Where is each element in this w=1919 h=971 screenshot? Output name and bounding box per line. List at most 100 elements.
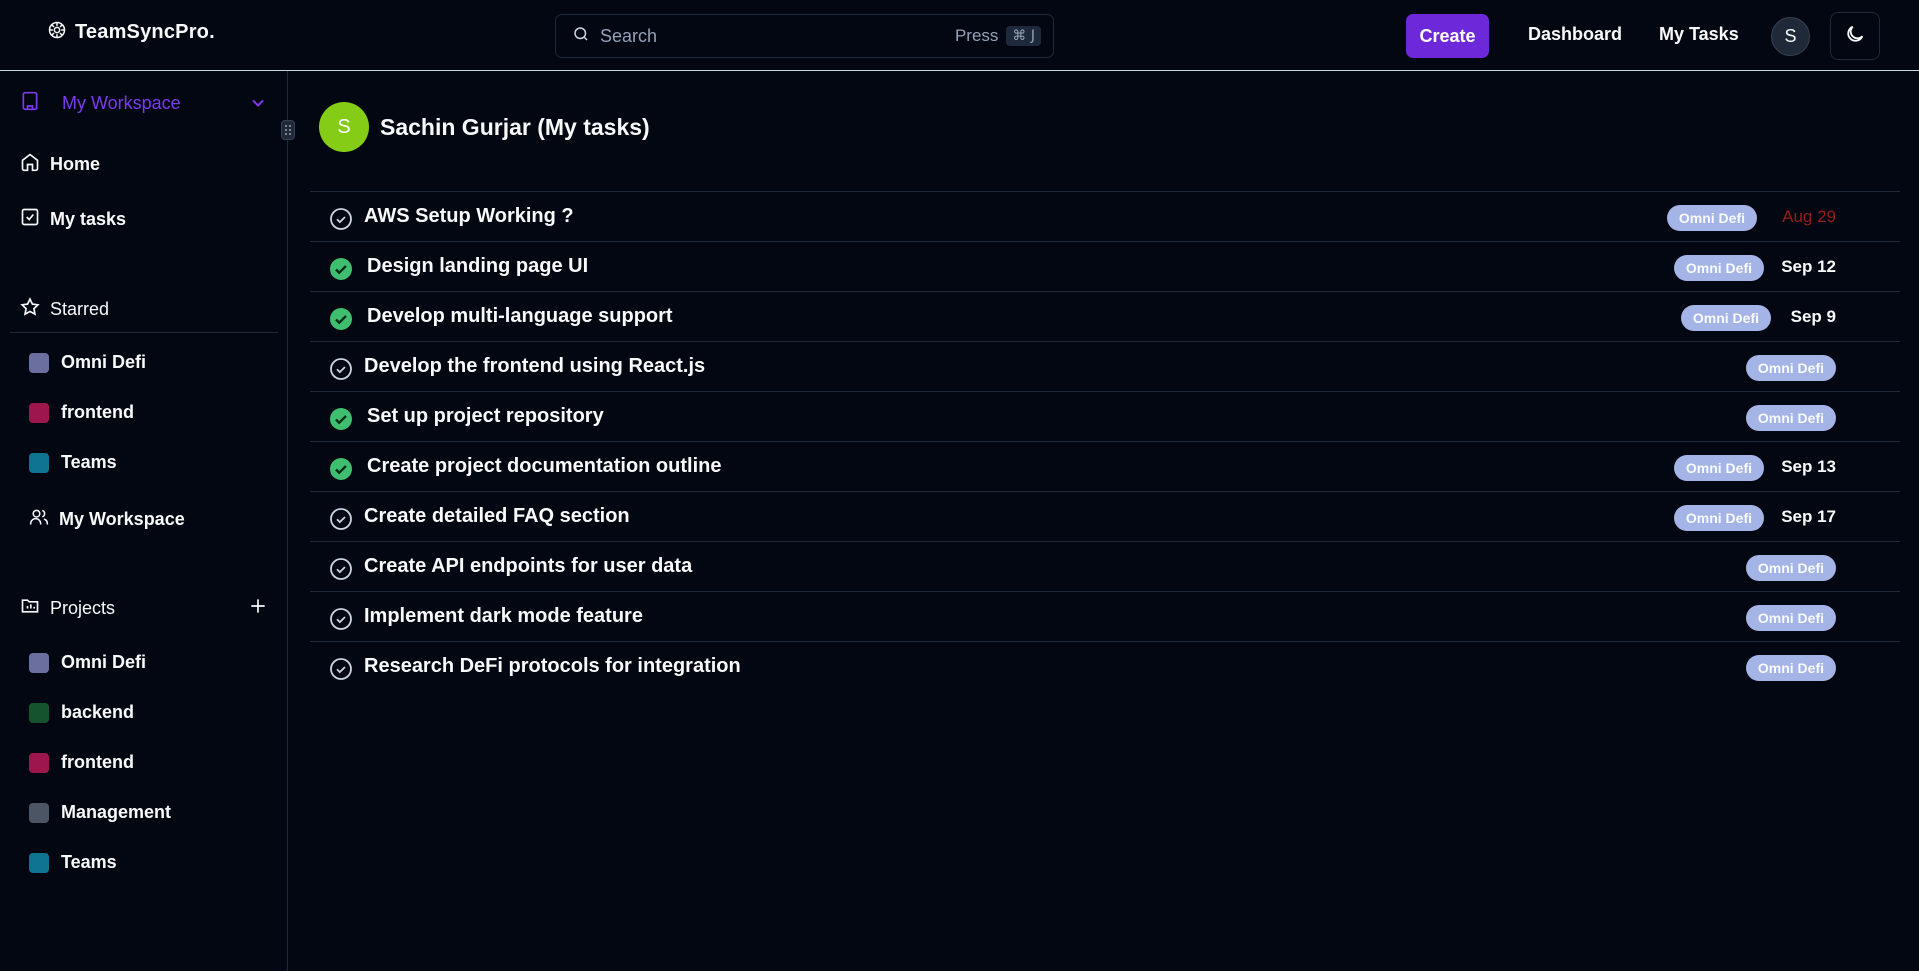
sidebar-item-label: Omni Defi [61,352,147,372]
projects-header: Projects [20,596,268,621]
starred-item-omni-defi[interactable]: Omni Defi [29,352,146,373]
projects-title: Projects [50,598,116,618]
starred-item-frontend[interactable]: frontend [29,402,134,423]
press-hint: Press [954,26,999,45]
plus-icon [251,599,265,613]
task-row[interactable]: Create detailed FAQ section Omni Defi Sep … [310,491,1900,541]
task-title[interactable]: Create project documentation outline [367,455,721,478]
project-item-omni-defi[interactable]: Omni Defi [29,652,146,673]
users-icon [29,507,49,532]
search-icon [572,25,600,48]
project-badge[interactable]: Omni Defi [1745,355,1836,381]
task-row[interactable]: Implement dark mode feature Omni Defi [310,591,1900,641]
brand[interactable]: TeamSyncPro. [47,20,215,45]
sidebar-item-label: backend [61,702,135,722]
sidebar-item-label: Teams [61,452,117,472]
project-color-swatch [29,702,49,723]
task-title[interactable]: Create detailed FAQ section [364,505,630,528]
task-title[interactable]: Research DeFi protocols for integration [364,655,741,678]
task-row[interactable]: Design landing page UI Omni Defi Sep 12 [310,241,1900,291]
task-title[interactable]: Set up project repository [367,405,604,428]
project-item-teams[interactable]: Teams [29,852,117,873]
completed-check-icon[interactable] [329,257,353,281]
incomplete-check-icon[interactable] [329,207,353,231]
incomplete-check-icon[interactable] [329,507,353,531]
task-row[interactable]: AWS Setup Working ? Omni Defi Aug 29 [310,191,1900,241]
incomplete-check-icon[interactable] [329,657,353,681]
task-row[interactable]: Develop the frontend using React.js Omni … [310,341,1900,391]
project-item-frontend[interactable]: frontend [29,752,134,773]
task-title[interactable]: Develop the frontend using React.js [364,355,705,378]
incomplete-check-icon[interactable] [329,607,353,631]
completed-check-icon[interactable] [329,457,353,481]
sidebar-item-my-tasks[interactable]: My tasks [20,207,126,232]
keyboard-shortcut: ⌘ J [1006,26,1041,46]
task-title[interactable]: AWS Setup Working ? [364,205,574,228]
sidebar-divider [10,332,278,333]
incomplete-check-icon[interactable] [329,357,353,381]
due-date: Sep 9 [1790,307,1836,326]
sidebar-item-home[interactable]: Home [20,152,100,177]
grip-icon [285,125,291,135]
starred-header: Starred [20,297,109,322]
user-avatar[interactable]: S [1771,17,1810,56]
task-row[interactable]: Set up project repository Omni Defi [310,391,1900,441]
project-color-swatch [29,402,49,423]
task-row[interactable]: Create API endpoints for user data Omni D… [310,541,1900,591]
home-icon [20,152,40,177]
project-item-management[interactable]: Management [29,802,171,823]
theme-toggle-button[interactable] [1830,12,1880,60]
sidebar-item-label: frontend [61,752,134,772]
sidebar-resize-handle[interactable] [281,120,295,140]
due-date: Sep 12 [1781,257,1836,276]
project-badge[interactable]: Omni Defi [1680,305,1771,331]
top-header: TeamSyncPro. Search Press ⌘ J Create Das… [0,0,1919,71]
moon-icon [1844,23,1866,50]
project-badge[interactable]: Omni Defi [1673,255,1764,281]
page-header: S Sachin Gurjar (My tasks) [319,102,650,152]
due-date: Sep 17 [1781,507,1836,526]
sidebar-item-label: Home [50,154,101,174]
project-color-swatch [29,802,49,823]
project-badge[interactable]: Omni Defi [1745,555,1836,581]
task-title[interactable]: Implement dark mode feature [364,605,643,628]
task-row[interactable]: Develop multi-language support Omni Defi S… [310,291,1900,341]
project-badge[interactable]: Omni Defi [1673,505,1764,531]
project-badge[interactable]: Omni Defi [1745,605,1836,631]
checkbox-icon [20,207,40,232]
project-color-swatch [29,352,49,373]
task-row[interactable]: Research DeFi protocols for integration O… [310,641,1900,691]
completed-check-icon[interactable] [329,307,353,331]
incomplete-check-icon[interactable] [329,557,353,581]
task-row[interactable]: Create project documentation outline Omni… [310,441,1900,491]
task-title[interactable]: Create API endpoints for user data [364,555,692,578]
project-badge[interactable]: Omni Defi [1745,405,1836,431]
sidebar-item-label: Management [61,802,172,822]
project-badge[interactable]: Omni Defi [1673,455,1764,481]
sidebar-item-label: My Workspace [59,509,185,529]
project-item-backend[interactable]: backend [29,702,134,723]
workspace-switcher[interactable]: My Workspace [20,91,268,116]
logo-icon [47,20,67,45]
nav-my-tasks[interactable]: My Tasks [1659,24,1739,45]
nav-dashboard[interactable]: Dashboard [1528,24,1622,45]
project-badge[interactable]: Omni Defi [1745,655,1836,681]
building-icon [20,91,40,116]
project-color-swatch [29,652,49,673]
create-button[interactable]: Create [1406,14,1489,58]
starred-title: Starred [50,299,110,319]
add-project-button[interactable] [248,596,268,621]
folder-chart-icon [20,596,40,621]
avatar: S [319,102,369,152]
brand-name: TeamSyncPro. [75,21,215,43]
task-title[interactable]: Design landing page UI [367,255,588,278]
project-badge[interactable]: Omni Defi [1666,205,1757,231]
completed-check-icon[interactable] [329,407,353,431]
project-color-swatch [29,452,49,473]
task-list: AWS Setup Working ? Omni Defi Aug 29 Design… [310,191,1900,691]
starred-item-teams[interactable]: Teams [29,452,117,473]
task-title[interactable]: Develop multi-language support [367,305,673,328]
project-color-swatch [29,752,49,773]
sidebar-item-my-workspace[interactable]: My Workspace [29,507,185,532]
search-input[interactable]: Search Press ⌘ J [555,14,1054,58]
